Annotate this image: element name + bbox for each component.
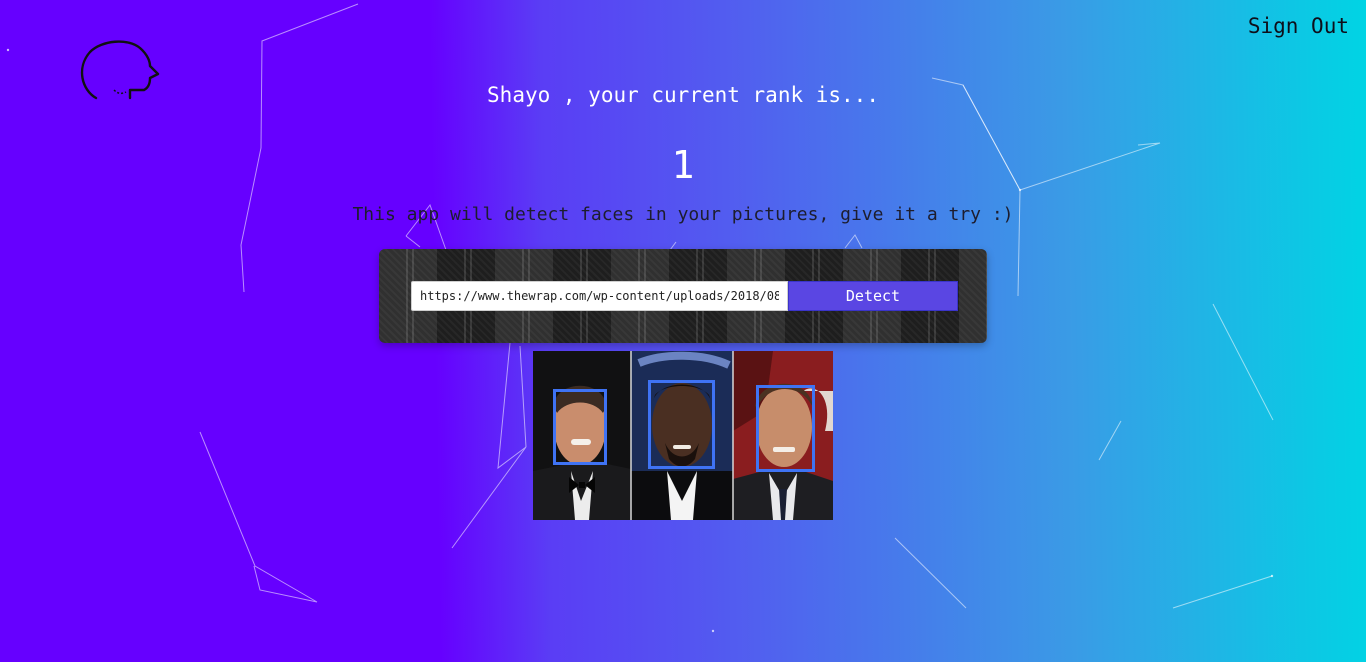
result-image — [533, 351, 833, 520]
rank-message: Shayo , your current rank is... — [487, 83, 879, 107]
rank-value: 1 — [671, 143, 695, 187]
face-bounding-box — [756, 385, 815, 472]
face-bounding-box — [648, 380, 715, 469]
detect-button[interactable]: Detect — [788, 281, 958, 311]
face-bounding-box — [553, 389, 607, 465]
image-url-input[interactable] — [411, 281, 788, 311]
app-tagline: This app will detect faces in your pictu… — [352, 204, 1014, 225]
sign-out-link[interactable]: Sign Out — [1248, 14, 1349, 38]
image-url-form: Detect — [379, 249, 987, 343]
